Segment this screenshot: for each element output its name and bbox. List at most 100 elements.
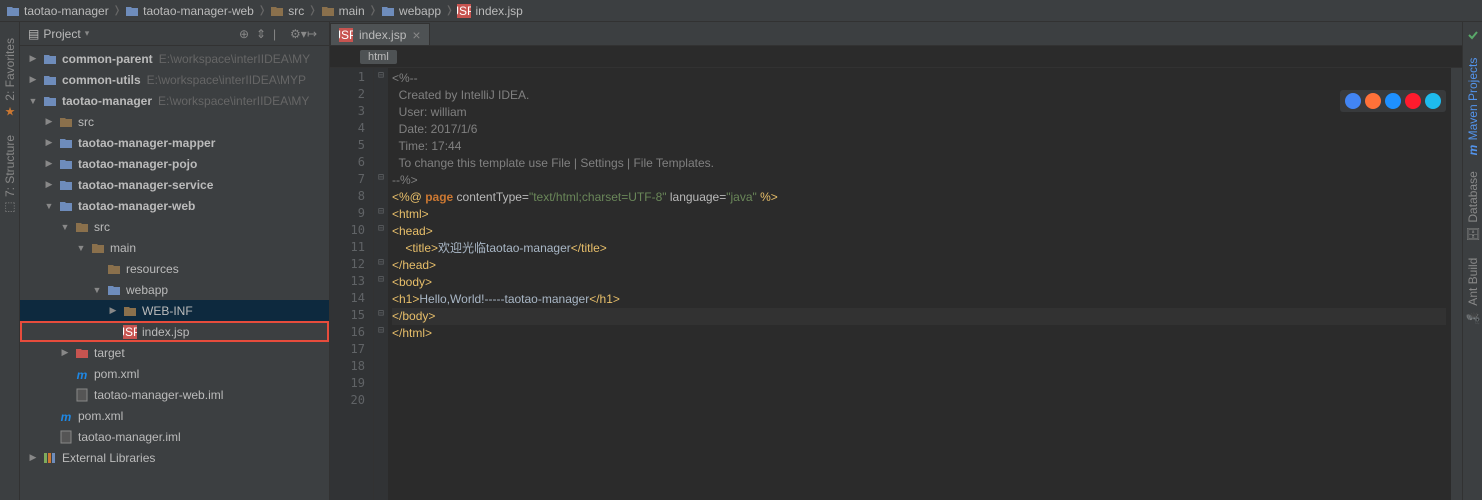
line-number[interactable]: 20 (330, 393, 373, 410)
tree-node[interactable]: ▶taotao-manager-service (20, 174, 329, 195)
hide-icon[interactable]: ↦ (307, 27, 321, 41)
tree-node[interactable]: resources (20, 258, 329, 279)
fold-icon[interactable] (374, 87, 388, 104)
expand-arrow-icon[interactable]: ▶ (28, 53, 38, 64)
fold-icon[interactable] (374, 342, 388, 359)
code-area[interactable]: <%-- Created by IntelliJ IDEA. User: wil… (388, 68, 1450, 500)
line-number[interactable]: 4 (330, 121, 373, 138)
code-line[interactable]: To change this template use File | Setti… (392, 155, 1446, 172)
fold-icon[interactable]: ⊟ (374, 257, 388, 274)
panel-title[interactable]: ▤ Project ▾ (28, 27, 89, 41)
fold-icon[interactable] (374, 393, 388, 410)
breadcrumb-item[interactable]: taotao-manager-web (123, 4, 256, 18)
chrome-icon[interactable] (1345, 93, 1361, 109)
line-number[interactable]: 1 (330, 70, 373, 87)
line-number[interactable]: 19 (330, 376, 373, 393)
tree-node[interactable]: ▼taotao-manager-web (20, 195, 329, 216)
expand-arrow-icon[interactable]: ▶ (28, 452, 38, 463)
code-line[interactable]: --%> (392, 172, 1446, 189)
line-number[interactable]: 9 (330, 206, 373, 223)
tree-node[interactable]: ▶common-utilsE:\workspace\interIIDEA\MYP (20, 69, 329, 90)
code-line[interactable] (392, 342, 1446, 359)
validation-icon[interactable] (1468, 30, 1478, 40)
breadcrumb-item[interactable]: webapp (379, 4, 443, 18)
code-line[interactable]: <html> (392, 206, 1446, 223)
fold-icon[interactable] (374, 240, 388, 257)
fold-icon[interactable] (374, 121, 388, 138)
expand-arrow-icon[interactable]: ▼ (76, 243, 86, 253)
code-line[interactable]: <body> (392, 274, 1446, 291)
rail-favorites[interactable]: ★2: Favorites (1, 30, 19, 127)
tree-node[interactable]: ▶src (20, 111, 329, 132)
expand-arrow-icon[interactable]: ▼ (60, 222, 70, 232)
fold-icon[interactable]: ⊟ (374, 308, 388, 325)
locate-icon[interactable]: ⊕ (239, 27, 253, 41)
safari-icon[interactable] (1385, 93, 1401, 109)
fold-icon[interactable]: ⊟ (374, 325, 388, 342)
fold-icon[interactable]: ⊟ (374, 206, 388, 223)
rail-maven[interactable]: mMaven Projects (1464, 50, 1482, 163)
rail-ant[interactable]: 🐜Ant Build (1464, 250, 1482, 333)
code-line[interactable]: <h1>Hello,World!-----taotao-manager</h1> (392, 291, 1446, 308)
expand-arrow-icon[interactable]: ▶ (44, 179, 54, 190)
line-number[interactable]: 3 (330, 104, 373, 121)
line-number[interactable]: 18 (330, 359, 373, 376)
editor-tab[interactable]: JSP index.jsp × (330, 23, 430, 45)
opera-icon[interactable] (1405, 93, 1421, 109)
fold-icon[interactable] (374, 359, 388, 376)
tree-node[interactable]: ▶WEB-INF (20, 300, 329, 321)
code-line[interactable]: </body> (392, 308, 1446, 325)
tree-node[interactable]: ▼taotao-managerE:\workspace\interIIDEA\M… (20, 90, 329, 111)
tree-node[interactable]: mpom.xml (20, 363, 329, 384)
ie-icon[interactable] (1425, 93, 1441, 109)
line-number[interactable]: 5 (330, 138, 373, 155)
rail-structure[interactable]: ⬚7: Structure (1, 127, 19, 223)
expand-arrow-icon[interactable]: ▶ (44, 137, 54, 148)
line-number[interactable]: 14 (330, 291, 373, 308)
code-line[interactable] (392, 359, 1446, 376)
code-line[interactable] (392, 393, 1446, 410)
fold-icon[interactable] (374, 291, 388, 308)
close-icon[interactable]: × (412, 27, 420, 43)
fold-icon[interactable]: ⊟ (374, 70, 388, 87)
rail-database[interactable]: 🗄Database (1464, 163, 1482, 250)
tree-node[interactable]: ▶common-parentE:\workspace\interIIDEA\MY (20, 48, 329, 69)
collapse-icon[interactable]: ⇕ (256, 27, 270, 41)
line-number[interactable]: 2 (330, 87, 373, 104)
code-line[interactable]: Date: 2017/1/6 (392, 121, 1446, 138)
tree-node[interactable]: mpom.xml (20, 405, 329, 426)
line-number[interactable]: 13 (330, 274, 373, 291)
tree-node[interactable]: ▼src (20, 216, 329, 237)
fold-icon[interactable] (374, 138, 388, 155)
breadcrumb-item[interactable]: main (319, 4, 367, 18)
expand-arrow-icon[interactable]: ▶ (28, 74, 38, 85)
tree-node[interactable]: ▼main (20, 237, 329, 258)
fold-icon[interactable] (374, 104, 388, 121)
code-line[interactable]: </html> (392, 325, 1446, 342)
line-number[interactable]: 16 (330, 325, 373, 342)
expand-arrow-icon[interactable]: ▼ (44, 201, 54, 211)
fold-icon[interactable] (374, 189, 388, 206)
code-line[interactable]: <title>欢迎光临taotao-manager</title> (392, 240, 1446, 257)
expand-arrow-icon[interactable]: ▼ (28, 96, 38, 106)
line-number[interactable]: 11 (330, 240, 373, 257)
scroll-map[interactable] (1450, 68, 1462, 500)
code-line[interactable]: <head> (392, 223, 1446, 240)
line-number[interactable]: 15 (330, 308, 373, 325)
tree-node[interactable]: ▼webapp (20, 279, 329, 300)
line-number[interactable]: 10 (330, 223, 373, 240)
tree-node[interactable]: ▶target (20, 342, 329, 363)
expand-arrow-icon[interactable]: ▶ (108, 305, 118, 316)
expand-arrow-icon[interactable]: ▶ (44, 116, 54, 127)
tree-node[interactable]: taotao-manager.iml (20, 426, 329, 447)
expand-arrow-icon[interactable]: ▼ (92, 285, 102, 295)
tree-node[interactable]: ▶taotao-manager-pojo (20, 153, 329, 174)
breadcrumb-item[interactable]: taotao-manager (4, 4, 111, 18)
code-line[interactable]: Time: 17:44 (392, 138, 1446, 155)
line-gutter[interactable]: 1234567891011121314151617181920 (330, 68, 374, 500)
code-line[interactable]: User: william (392, 104, 1446, 121)
tree-node[interactable]: ▶taotao-manager-mapper (20, 132, 329, 153)
tree-node[interactable]: ▶External Libraries (20, 447, 329, 468)
line-number[interactable]: 6 (330, 155, 373, 172)
firefox-icon[interactable] (1365, 93, 1381, 109)
